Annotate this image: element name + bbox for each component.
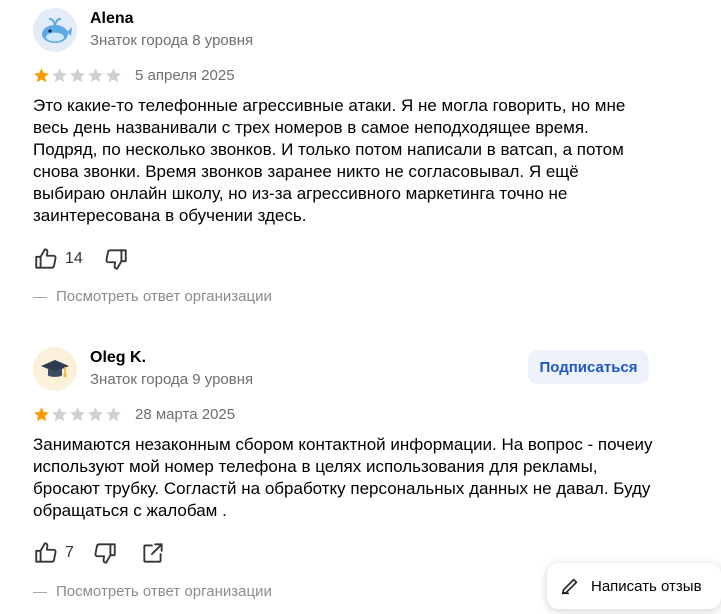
whale-icon: [42, 17, 72, 43]
author-level: Знаток города 8 уровня: [90, 32, 254, 49]
write-review-label: Написать отзыв: [591, 577, 702, 595]
thumbs-down-icon: [105, 249, 127, 270]
star-empty-icon: [88, 407, 103, 422]
dash-divider: [33, 296, 47, 298]
author-name[interactable]: Alena: [90, 10, 134, 28]
view-reply-link[interactable]: Посмотреть ответ организации: [33, 288, 272, 305]
view-reply-label: Посмотреть ответ организации: [56, 288, 272, 305]
dislike-button[interactable]: [92, 540, 118, 566]
author-name[interactable]: Oleg K.: [90, 349, 146, 367]
star-filled-icon: [34, 407, 49, 422]
review-date: 28 марта 2025: [135, 406, 236, 423]
view-reply-label: Посмотреть ответ организации: [56, 583, 272, 600]
review-text: Занимаются незаконным сбором контактной …: [33, 435, 653, 520]
review-text: Это какие-то телефонные агрессивные атак…: [33, 96, 626, 225]
share-button[interactable]: [140, 540, 166, 566]
review-date: 5 апреля 2025: [135, 67, 235, 84]
author-level: Знаток города 9 уровня: [90, 371, 254, 388]
rating-stars: [33, 67, 122, 84]
star-empty-icon: [106, 407, 121, 422]
like-count: 14: [65, 250, 83, 267]
like-button[interactable]: 7: [33, 540, 74, 566]
pencil-icon: [561, 578, 578, 595]
review-actions: 14: [33, 246, 129, 272]
star-empty-icon: [52, 68, 67, 83]
star-filled-icon: [34, 68, 49, 83]
review-actions: 7: [33, 540, 166, 566]
graduation-cap-icon: [41, 360, 69, 378]
star-empty-icon: [106, 68, 121, 83]
dislike-button[interactable]: [103, 246, 129, 272]
star-empty-icon: [52, 407, 67, 422]
write-review-button[interactable]: Написать отзыв: [547, 563, 721, 609]
thumbs-down-icon: [94, 543, 116, 564]
thumbs-up-icon: [35, 248, 57, 269]
star-empty-icon: [70, 68, 85, 83]
subscribe-button[interactable]: Подписаться: [528, 350, 649, 384]
like-button[interactable]: 14: [33, 246, 83, 272]
avatar[interactable]: [33, 347, 77, 391]
share-icon: [143, 543, 163, 563]
thumbs-up-icon: [35, 542, 57, 563]
like-count: 7: [65, 544, 74, 561]
dash-divider: [33, 591, 47, 593]
star-empty-icon: [88, 68, 103, 83]
avatar[interactable]: [33, 8, 77, 52]
view-reply-link[interactable]: Посмотреть ответ организации: [33, 583, 272, 600]
star-empty-icon: [70, 407, 85, 422]
rating-stars: [33, 406, 122, 423]
